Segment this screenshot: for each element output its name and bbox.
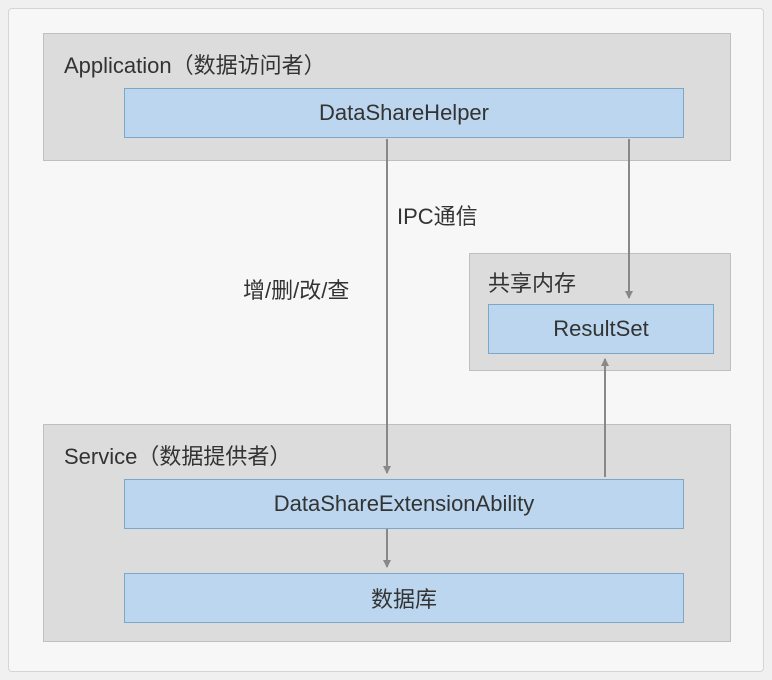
database-label: 数据库 — [371, 582, 437, 614]
service-title: Service（数据提供者） — [64, 439, 291, 471]
resultset-label: ResultSet — [553, 316, 648, 342]
extension-box: DataShareExtensionAbility — [124, 479, 684, 529]
database-box: 数据库 — [124, 573, 684, 623]
datasharehelper-box: DataShareHelper — [124, 88, 684, 138]
resultset-box: ResultSet — [488, 304, 714, 354]
shared-memory-title: 共享内存 — [488, 266, 576, 298]
extension-label: DataShareExtensionAbility — [274, 491, 534, 517]
application-group: Application（数据访问者） DataShareHelper — [43, 33, 731, 161]
shared-memory-group: 共享内存 ResultSet — [469, 253, 731, 371]
service-group: Service（数据提供者） DataShareExtensionAbility… — [43, 424, 731, 642]
ipc-label: IPC通信 — [397, 199, 478, 231]
application-title: Application（数据访问者） — [64, 48, 326, 80]
datasharehelper-label: DataShareHelper — [319, 100, 489, 126]
crud-label: 增/删/改/查 — [243, 273, 349, 305]
diagram-canvas: Application（数据访问者） DataShareHelper 共享内存 … — [8, 8, 764, 672]
